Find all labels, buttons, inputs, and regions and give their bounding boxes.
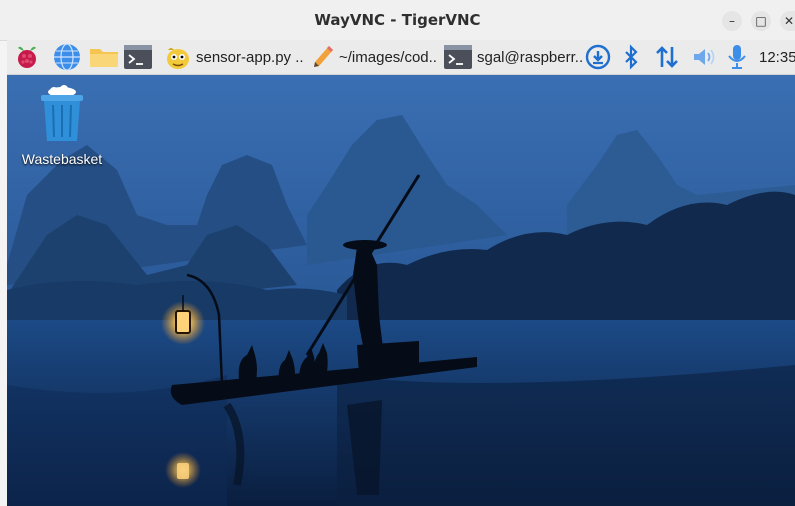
globe-icon bbox=[53, 43, 81, 71]
folder-icon bbox=[88, 44, 120, 70]
pencil-icon bbox=[311, 44, 335, 70]
taskbar-window-label: sgal@raspberr.. bbox=[477, 48, 584, 66]
window-title: WayVNC - TigerVNC bbox=[314, 11, 481, 29]
raspberry-icon bbox=[15, 44, 39, 70]
network-icon bbox=[654, 44, 680, 70]
taskbar-window-sensor-app[interactable]: sensor-app.py .. bbox=[164, 44, 304, 70]
download-icon bbox=[585, 44, 611, 70]
maximize-button[interactable]: □ bbox=[751, 11, 771, 31]
thonny-icon bbox=[164, 44, 192, 70]
microphone-icon bbox=[727, 44, 747, 70]
window-titlebar[interactable]: WayVNC - TigerVNC – □ ✕ bbox=[0, 0, 795, 41]
network-button[interactable] bbox=[654, 44, 680, 70]
remote-desktop-view[interactable]: sensor-app.py .. ~/images/cod.. sgal@ras… bbox=[7, 40, 795, 506]
taskbar-window-images[interactable]: ~/images/cod.. bbox=[311, 44, 437, 70]
trash-icon bbox=[37, 85, 87, 147]
clock[interactable]: 12:35 bbox=[759, 44, 795, 70]
updater-button[interactable] bbox=[585, 44, 611, 70]
desktop-icon-label: Wastebasket bbox=[21, 151, 103, 167]
desktop-icon-wastebasket[interactable]: Wastebasket bbox=[17, 85, 107, 167]
clock-text: 12:35 bbox=[759, 48, 795, 66]
terminal-button[interactable] bbox=[123, 44, 153, 70]
taskbar: sensor-app.py .. ~/images/cod.. sgal@ras… bbox=[7, 40, 795, 75]
wallpaper bbox=[7, 75, 795, 506]
taskbar-window-label: sensor-app.py .. bbox=[196, 48, 304, 66]
bluetooth-button[interactable] bbox=[622, 44, 640, 70]
volume-button[interactable] bbox=[691, 44, 717, 70]
desktop-area[interactable]: Wastebasket bbox=[7, 75, 795, 506]
close-button[interactable]: ✕ bbox=[780, 11, 795, 31]
lantern bbox=[175, 310, 191, 334]
raspberry-menu-button[interactable] bbox=[15, 44, 39, 70]
taskbar-window-terminal[interactable]: sgal@raspberr.. bbox=[443, 44, 583, 70]
volume-icon bbox=[691, 44, 717, 70]
vnc-window: WayVNC - TigerVNC – □ ✕ sensor-app.py ..… bbox=[0, 0, 795, 506]
minimize-button[interactable]: – bbox=[722, 11, 742, 31]
bluetooth-icon bbox=[622, 44, 640, 70]
browser-button[interactable] bbox=[53, 43, 81, 71]
terminal-icon bbox=[123, 44, 153, 70]
terminal-icon bbox=[443, 44, 473, 70]
taskbar-window-label: ~/images/cod.. bbox=[339, 48, 437, 66]
file-manager-button[interactable] bbox=[88, 44, 120, 70]
microphone-button[interactable] bbox=[727, 44, 747, 70]
